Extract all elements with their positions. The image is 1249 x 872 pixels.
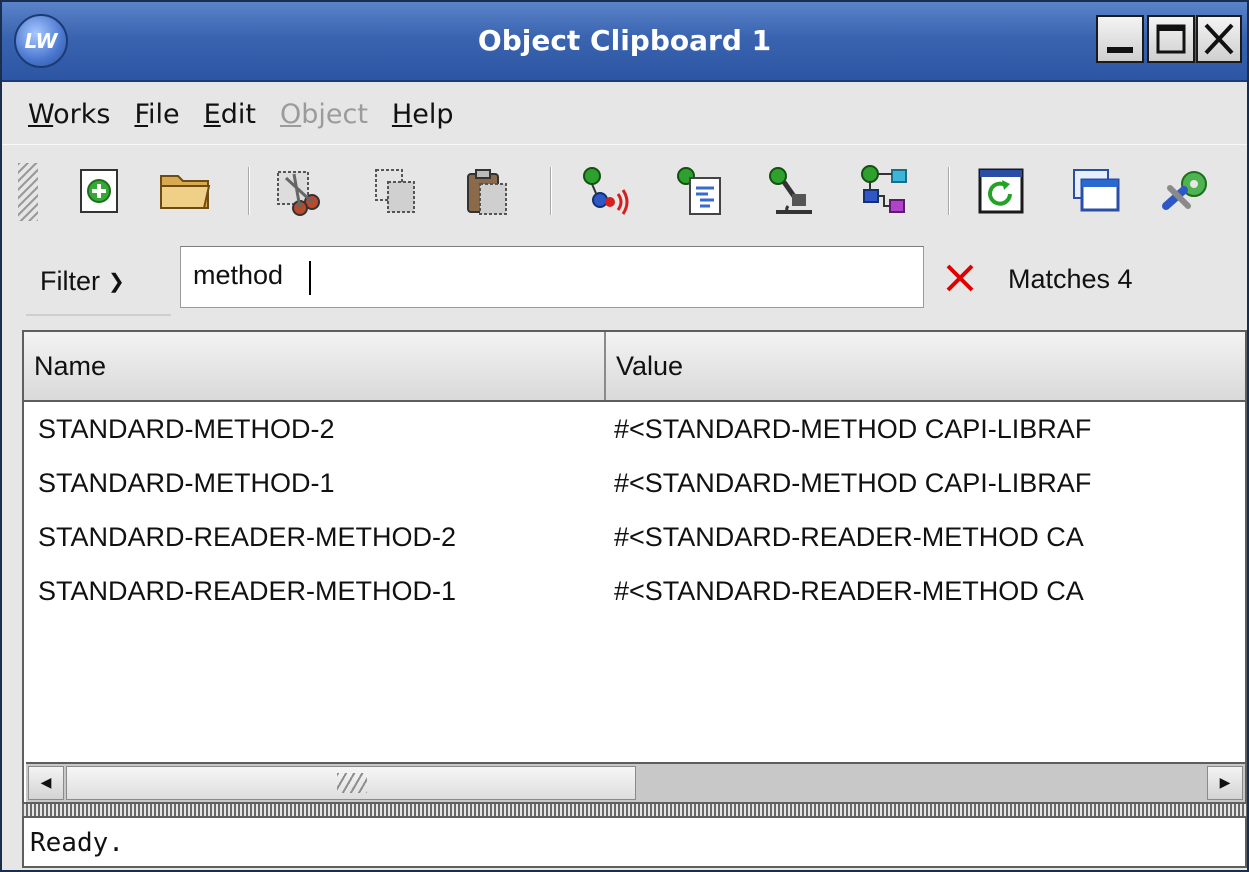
open-button[interactable]: [152, 159, 218, 223]
row-name: STANDARD-METHOD-1: [38, 468, 335, 498]
paste-button[interactable]: [454, 159, 520, 223]
status-text: Ready.: [30, 828, 124, 858]
row-value: #<STANDARD-READER-METHOD CA: [614, 522, 1084, 552]
table-row[interactable]: STANDARD-READER-METHOD-2 #<STANDARD-READ…: [24, 512, 1245, 566]
horizontal-scrollbar[interactable]: ◀ ▶: [26, 762, 1245, 802]
minimize-icon: [1107, 47, 1133, 53]
table-row[interactable]: STANDARD-READER-METHOD-1 #<STANDARD-READ…: [24, 566, 1245, 620]
refresh-icon: [978, 168, 1024, 214]
inspect-icon: [583, 167, 629, 215]
maximize-icon: [1156, 24, 1186, 54]
new-icon: [80, 169, 118, 213]
tools-icon: [1162, 171, 1207, 210]
cut-icon: [277, 171, 320, 216]
menu-file[interactable]: File: [134, 99, 179, 130]
menu-bar: Works File Edit Object Help: [2, 84, 1247, 144]
row-name: STANDARD-METHOD-2: [38, 414, 335, 444]
object-clipboard-window: LW Object Clipboard 1 Works File Edit Ob…: [0, 0, 1249, 872]
graph-button[interactable]: [852, 159, 918, 223]
row-name: STANDARD-READER-METHOD-2: [38, 522, 457, 552]
graph-icon: [861, 165, 907, 213]
column-header-value[interactable]: Value: [606, 332, 1245, 400]
menu-edit[interactable]: Edit: [204, 99, 256, 130]
window-title: Object Clipboard 1: [477, 24, 772, 57]
window-button[interactable]: [1062, 159, 1128, 223]
toolbar: [2, 144, 1247, 236]
copy-icon: [375, 169, 415, 213]
scrollbar-thumb[interactable]: [66, 766, 636, 800]
paste-icon: [467, 169, 507, 215]
toolbar-grip[interactable]: [18, 163, 38, 221]
copy-button[interactable]: [362, 159, 428, 223]
arrow-left-icon: ◀: [40, 775, 52, 791]
table-row[interactable]: STANDARD-METHOD-2 #<STANDARD-METHOD CAPI…: [24, 404, 1245, 458]
chevron-down-icon: ❯: [108, 270, 125, 293]
maximize-button[interactable]: [1147, 15, 1195, 63]
filter-bar: Filter ❯ method Matches 4: [2, 236, 1247, 322]
menu-object[interactable]: Object: [280, 99, 368, 130]
filter-label: Filter: [40, 265, 100, 296]
toolbar-separator: [948, 167, 950, 215]
inspector-button[interactable]: [758, 159, 824, 223]
refresh-button[interactable]: [968, 159, 1034, 223]
grip-icon: [337, 773, 367, 793]
open-folder-icon: [160, 175, 211, 209]
scroll-left-button[interactable]: ◀: [28, 766, 64, 800]
clear-filter-button[interactable]: [932, 250, 988, 306]
clipboard-table: Name Value STANDARD-METHOD-2 #<STANDARD-…: [22, 330, 1247, 804]
column-header-name[interactable]: Name: [24, 332, 606, 400]
close-icon: [946, 264, 974, 292]
matches-count: Matches 4: [1008, 264, 1133, 294]
scroll-right-button[interactable]: ▶: [1207, 766, 1243, 800]
minimize-button[interactable]: [1096, 15, 1144, 63]
window-icon: [1073, 169, 1120, 212]
table-body: STANDARD-METHOD-2 #<STANDARD-METHOD CAPI…: [24, 404, 1245, 760]
status-divider[interactable]: [22, 804, 1247, 816]
menu-help[interactable]: Help: [392, 99, 454, 130]
row-name: STANDARD-READER-METHOD-1: [38, 576, 457, 606]
table-header: Name Value: [24, 332, 1245, 402]
inspect-button[interactable]: [572, 159, 638, 223]
class-browser-icon: [677, 167, 721, 215]
cut-button[interactable]: [268, 159, 334, 223]
status-bar: Ready.: [22, 816, 1247, 868]
close-icon: [1204, 23, 1234, 55]
filter-input-value: method: [193, 260, 284, 290]
arrow-right-icon: ▶: [1219, 775, 1231, 791]
toolbar-separator: [550, 167, 552, 215]
class-browser-button[interactable]: [666, 159, 732, 223]
toolbar-separator: [248, 167, 250, 215]
filter-input[interactable]: method: [180, 246, 924, 308]
close-button[interactable]: [1196, 15, 1242, 63]
new-button[interactable]: [66, 159, 132, 223]
menu-works[interactable]: Works: [28, 99, 110, 130]
row-value: #<STANDARD-READER-METHOD CA: [614, 576, 1084, 606]
filter-dropdown[interactable]: Filter ❯: [26, 248, 171, 316]
row-value: #<STANDARD-METHOD CAPI-LIBRAF: [614, 414, 1092, 444]
inspector-icon: [769, 167, 812, 214]
table-row[interactable]: STANDARD-METHOD-1 #<STANDARD-METHOD CAPI…: [24, 458, 1245, 512]
row-value: #<STANDARD-METHOD CAPI-LIBRAF: [614, 468, 1092, 498]
text-cursor: [309, 261, 311, 295]
tools-button[interactable]: [1154, 159, 1220, 223]
title-bar[interactable]: LW Object Clipboard 1: [2, 2, 1247, 82]
